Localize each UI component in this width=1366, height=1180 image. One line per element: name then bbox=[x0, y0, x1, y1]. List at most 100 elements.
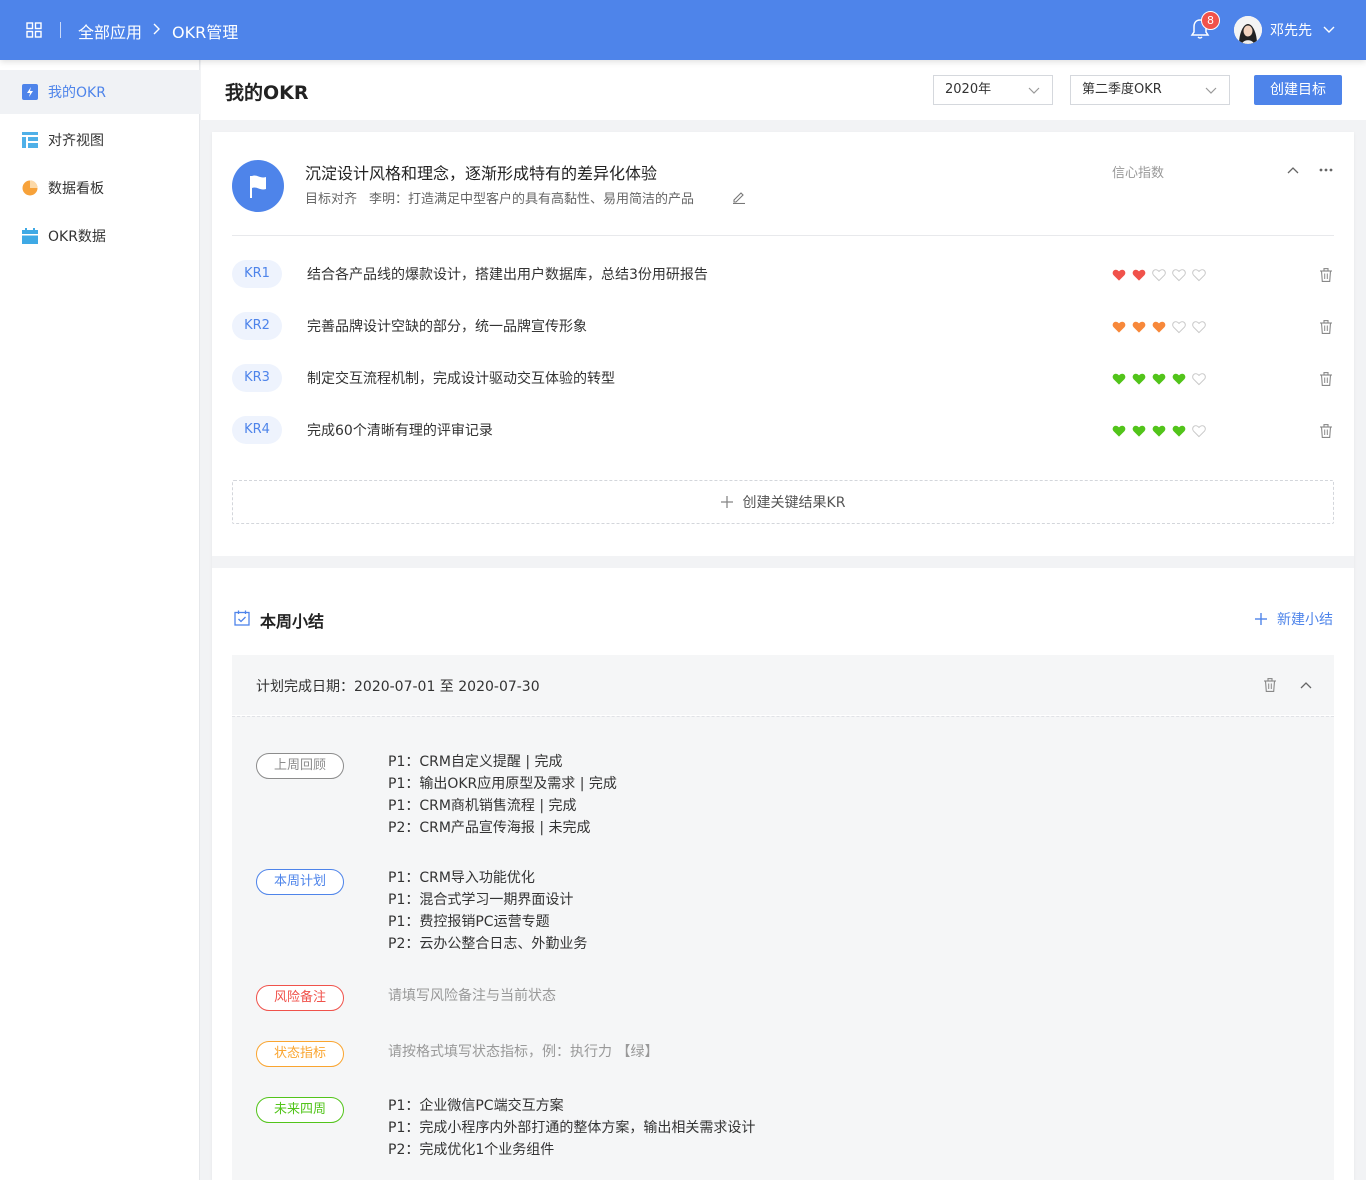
list-item: P1：输出OKR应用原型及需求 | 完成 bbox=[388, 776, 617, 792]
new-summary-label: 新建小结 bbox=[1277, 612, 1333, 628]
confidence-rating bbox=[1112, 320, 1212, 334]
username[interactable]: 邓先先 bbox=[1270, 20, 1312, 40]
create-objective-button[interactable]: 创建目标 bbox=[1254, 75, 1342, 105]
heart-outline-icon[interactable] bbox=[1172, 268, 1186, 282]
list-item: P1：费控报销PC运营专题 bbox=[388, 914, 550, 930]
page-header: 我的OKR 2020年 第二季度OKR 创建目标 bbox=[201, 60, 1366, 120]
sidebar-item-label: 对齐视图 bbox=[48, 133, 104, 149]
planned-date-range: 计划完成日期：2020-07-01 至 2020-07-30 bbox=[256, 679, 540, 695]
kr-tag: KR3 bbox=[232, 364, 282, 392]
quarter-select[interactable]: 第二季度OKR bbox=[1070, 75, 1230, 105]
confidence-label: 信心指数 bbox=[1112, 166, 1165, 181]
list-item: P2：云办公整合日志、外勤业务 bbox=[388, 936, 588, 952]
top-navigation-bar: 全部应用 OKR管理 8 邓先先 bbox=[0, 0, 1366, 60]
trash-icon[interactable] bbox=[1320, 424, 1332, 438]
chevron-up-icon[interactable] bbox=[1286, 163, 1300, 177]
summary-header: 计划完成日期：2020-07-01 至 2020-07-30 bbox=[232, 655, 1334, 715]
align-view-icon bbox=[22, 132, 38, 148]
sidebar-item-okr-data[interactable]: OKR数据 bbox=[0, 214, 200, 258]
heart-filled-icon[interactable] bbox=[1132, 424, 1146, 438]
weekly-summary-title: 本周小结 bbox=[260, 612, 325, 631]
trash-icon[interactable] bbox=[1264, 678, 1276, 692]
sidebar-item-label: 数据看板 bbox=[48, 181, 104, 197]
heart-outline-icon[interactable] bbox=[1172, 320, 1186, 334]
trash-icon[interactable] bbox=[1320, 320, 1332, 334]
more-icon[interactable] bbox=[1318, 163, 1334, 177]
heart-outline-icon[interactable] bbox=[1192, 268, 1206, 282]
heart-filled-icon[interactable] bbox=[1132, 372, 1146, 386]
heart-filled-icon[interactable] bbox=[1132, 268, 1146, 282]
kr-text: 制定交互流程机制，完成设计驱动交互体验的转型 bbox=[307, 371, 615, 387]
objective-avatar bbox=[232, 160, 284, 212]
alignment-label: 目标对齐 bbox=[305, 192, 358, 207]
plus-icon bbox=[720, 496, 733, 508]
new-summary-button[interactable]: 新建小结 bbox=[1255, 609, 1333, 629]
notification-badge: 8 bbox=[1201, 11, 1220, 30]
heart-outline-icon[interactable] bbox=[1192, 424, 1206, 438]
objective-alignment: 目标对齐 李明：打造满足中型客户的具有高黏性、易用简洁的产品 bbox=[305, 188, 694, 207]
kr-tag: KR4 bbox=[232, 416, 282, 444]
list-item: P1：混合式学习一期界面设计 bbox=[388, 892, 574, 908]
heart-filled-icon[interactable] bbox=[1172, 372, 1186, 386]
okr-icon bbox=[22, 84, 38, 100]
section-divider bbox=[212, 556, 1354, 568]
heart-outline-icon[interactable] bbox=[1192, 372, 1206, 386]
kr-tag: KR2 bbox=[232, 312, 282, 340]
page-title: 我的OKR bbox=[225, 82, 309, 104]
list-item: P1：CRM商机销售流程 | 完成 bbox=[388, 798, 577, 814]
risk-note-tag: 风险备注 bbox=[256, 985, 344, 1011]
last-week-tag: 上周回顾 bbox=[256, 753, 344, 779]
heart-filled-icon[interactable] bbox=[1112, 424, 1126, 438]
edit-icon[interactable] bbox=[732, 190, 746, 204]
heart-filled-icon[interactable] bbox=[1112, 372, 1126, 386]
heart-filled-icon[interactable] bbox=[1112, 268, 1126, 282]
heart-filled-icon[interactable] bbox=[1172, 424, 1186, 438]
sidebar-item-align-view[interactable]: 对齐视图 bbox=[0, 118, 200, 162]
heart-filled-icon[interactable] bbox=[1112, 320, 1126, 334]
trash-icon[interactable] bbox=[1320, 268, 1332, 282]
heart-outline-icon[interactable] bbox=[1152, 268, 1166, 282]
chevron-down-icon[interactable] bbox=[1322, 23, 1336, 37]
create-kr-button[interactable]: 创建关键结果KR bbox=[232, 480, 1334, 524]
flag-icon bbox=[250, 175, 266, 198]
confidence-rating bbox=[1112, 268, 1212, 282]
list-item: P1：完成小程序内外部打通的整体方案，输出相关需求设计 bbox=[388, 1120, 756, 1136]
calendar-icon bbox=[22, 228, 38, 244]
heart-outline-icon[interactable] bbox=[1192, 320, 1206, 334]
pie-chart-icon bbox=[22, 180, 38, 196]
trash-icon[interactable] bbox=[1320, 372, 1332, 386]
sidebar-item-my-okr[interactable]: 我的OKR bbox=[0, 70, 200, 114]
year-select[interactable]: 2020年 bbox=[933, 75, 1053, 105]
kr-row: KR4 完成60个清晰有理的评审记录 bbox=[232, 416, 1334, 446]
chevron-up-icon[interactable] bbox=[1299, 678, 1313, 692]
this-week-list: P1：CRM导入功能优化 P1：混合式学习一期界面设计 P1：费控报销PC运营专… bbox=[388, 867, 587, 955]
breadcrumb-okr-management: OKR管理 bbox=[172, 23, 239, 42]
next-four-weeks-tag: 未来四周 bbox=[256, 1097, 344, 1123]
apps-grid-icon[interactable] bbox=[26, 22, 42, 38]
sidebar: 我的OKR 对齐视图 数据看板 OKR数据 bbox=[0, 60, 200, 1180]
breadcrumb-divider bbox=[60, 22, 61, 38]
alignment-value: 李明：打造满足中型客户的具有高黏性、易用简洁的产品 bbox=[369, 192, 695, 207]
breadcrumb-all-apps[interactable]: 全部应用 bbox=[78, 19, 142, 43]
risk-note-input[interactable]: 请填写风险备注与当前状态 bbox=[388, 985, 556, 1005]
sidebar-item-label: 我的OKR bbox=[48, 85, 106, 101]
avatar-image bbox=[1234, 16, 1262, 44]
heart-filled-icon[interactable] bbox=[1152, 424, 1166, 438]
summary-body: 上周回顾 P1：CRM自定义提醒 | 完成 P1：输出OKR应用原型及需求 | … bbox=[232, 716, 1334, 1180]
status-indicator-tag: 状态指标 bbox=[256, 1041, 344, 1067]
kr-row: KR3 制定交互流程机制，完成设计驱动交互体验的转型 bbox=[232, 364, 1334, 394]
kr-row: KR2 完善品牌设计空缺的部分，统一品牌宣传形象 bbox=[232, 312, 1334, 342]
sidebar-item-dashboard[interactable]: 数据看板 bbox=[0, 166, 200, 210]
year-select-value: 2020年 bbox=[945, 82, 992, 97]
status-indicator-input[interactable]: 请按格式填写状态指标，例：执行力 【绿】 bbox=[388, 1041, 658, 1061]
avatar[interactable] bbox=[1234, 16, 1262, 44]
kr-text: 完成60个清晰有理的评审记录 bbox=[307, 423, 493, 439]
heart-filled-icon[interactable] bbox=[1152, 372, 1166, 386]
confidence-rating bbox=[1112, 424, 1212, 438]
heart-filled-icon[interactable] bbox=[1152, 320, 1166, 334]
list-item: P1：CRM导入功能优化 bbox=[388, 870, 535, 886]
list-item: P1：企业微信PC端交互方案 bbox=[388, 1098, 564, 1114]
heart-filled-icon[interactable] bbox=[1132, 320, 1146, 334]
confidence-rating bbox=[1112, 372, 1212, 386]
kr-text: 结合各产品线的爆款设计，搭建出用户数据库，总结3份用研报告 bbox=[307, 267, 708, 283]
